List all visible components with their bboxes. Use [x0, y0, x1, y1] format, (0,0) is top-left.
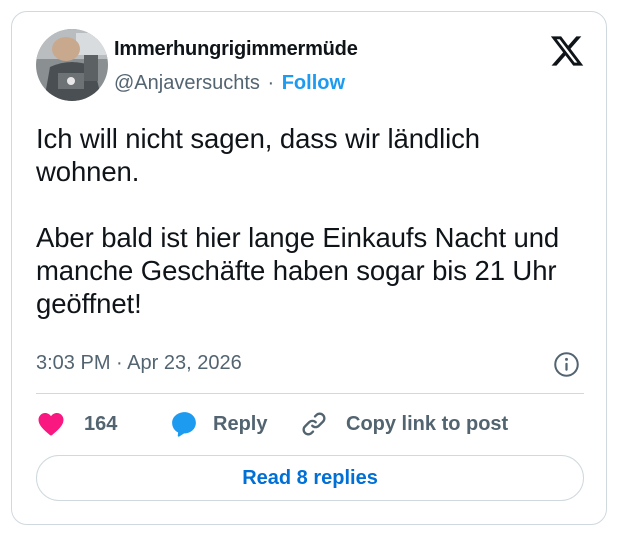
copy-link-label: Copy link to post [346, 412, 509, 435]
post-time: 3:03 PM [36, 352, 111, 374]
read-replies-button[interactable]: Read 8 replies [36, 455, 584, 501]
like-count: 164 [84, 412, 118, 435]
handle-separator: · [267, 72, 275, 94]
copy-link-button[interactable]: Copy link to post [300, 409, 508, 439]
follow-button[interactable]: Follow [282, 72, 345, 94]
post-text: Ich will nicht sagen, dass wir ländlich … [36, 123, 560, 319]
author-avatar[interactable] [36, 29, 108, 101]
author-handle[interactable]: @Anjaversuchts [114, 72, 260, 94]
link-icon [302, 412, 326, 436]
post-date: Apr 23, 2026 [127, 352, 242, 374]
embedded-post-card: Immerhungrigimmermüde @Anjaversuchts · F… [11, 11, 607, 525]
reply-label: Reply [213, 412, 268, 435]
timestamp-separator: · [116, 352, 123, 374]
reply-bubble-icon [172, 412, 196, 437]
like-button[interactable]: 164 [36, 409, 117, 439]
reply-button[interactable]: Reply [169, 409, 267, 439]
post-timestamp[interactable]: 3:03 PM · Apr 23, 2026 [36, 352, 242, 375]
author-handle-row: @Anjaversuchts · Follow [114, 72, 345, 95]
info-icon[interactable] [553, 351, 580, 378]
avatar-photo-icon [36, 29, 108, 101]
heart-icon [38, 413, 64, 436]
actions-divider [36, 393, 584, 394]
x-logo-icon[interactable] [549, 33, 585, 69]
author-display-name[interactable]: Immerhungrigimmermüde [114, 38, 358, 61]
post-actions-bar: 164 Reply Copy link to post [36, 409, 596, 439]
